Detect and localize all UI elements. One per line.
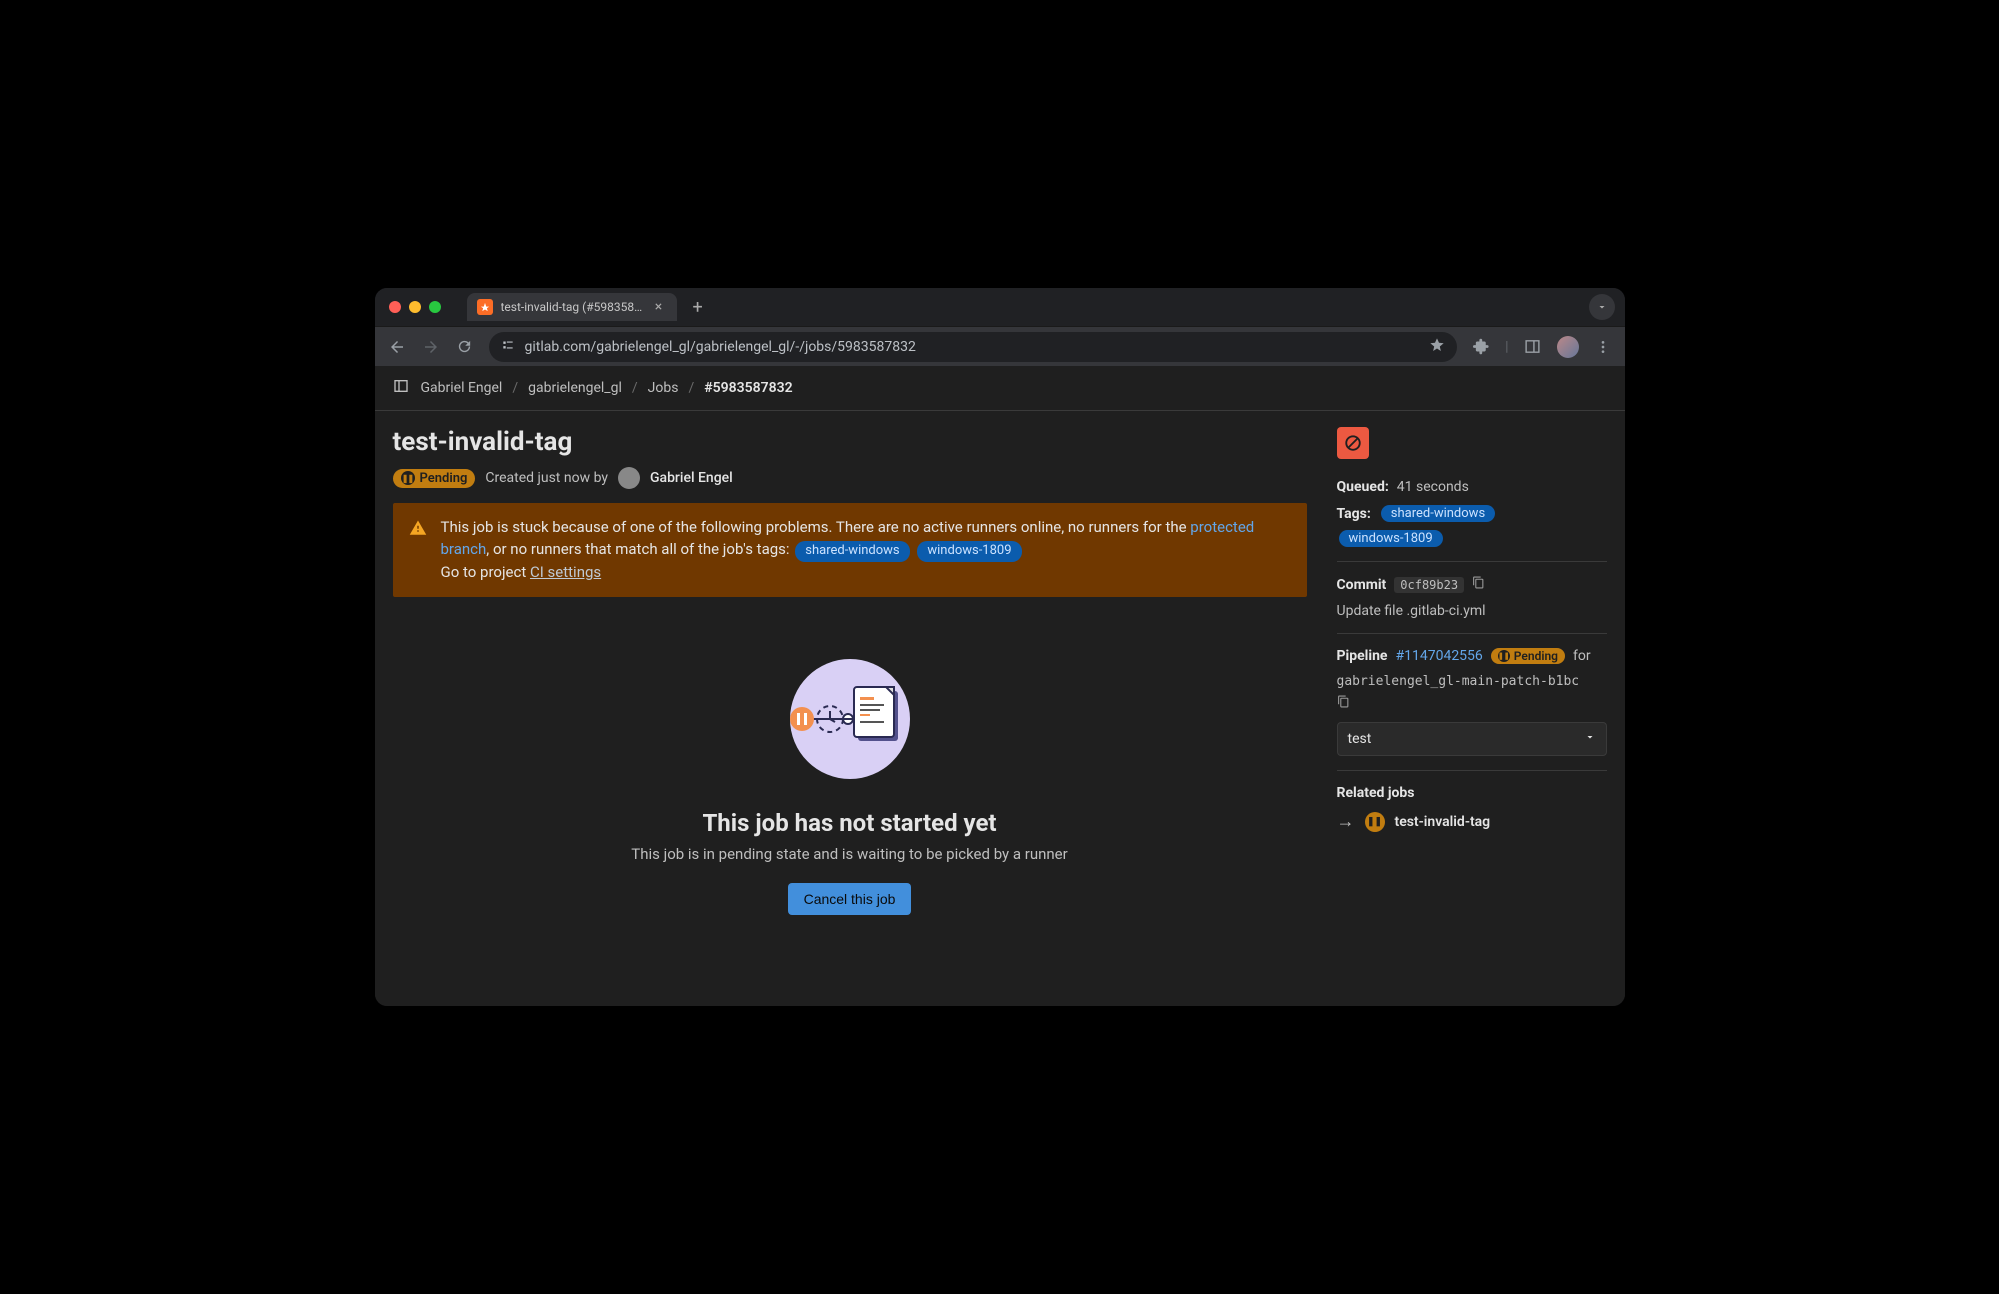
back-button[interactable] [387,337,407,357]
warning-icon [409,519,427,583]
address-bar[interactable]: gitlab.com/gabrielengel_gl/gabrielengel_… [489,332,1458,362]
new-tab-button[interactable]: + [693,297,703,318]
tab-bar: test-invalid-tag (#59835878… × + [375,288,1625,326]
queued-label: Queued: [1337,479,1389,495]
tab-title: test-invalid-tag (#59835878… [501,300,643,314]
author-avatar[interactable] [618,467,640,489]
page-content: Gabriel Engel / gabrielengel_gl / Jobs /… [375,366,1625,1006]
copy-sha-icon[interactable] [1472,576,1485,593]
site-settings-icon[interactable] [501,338,515,356]
pause-icon: ❚❚ [401,471,415,485]
tags-label: Tags: [1337,506,1371,522]
cancel-job-button[interactable]: Cancel this job [788,883,912,915]
tag-chip: windows-1809 [917,541,1021,562]
breadcrumb-user[interactable]: Gabriel Engel [421,380,503,396]
commit-label: Commit [1337,577,1387,593]
minimize-window-button[interactable] [409,301,421,313]
browser-window: test-invalid-tag (#59835878… × + gitlab.… [375,288,1625,1006]
gitlab-favicon-icon [477,299,493,315]
related-job-item[interactable]: → ❚❚ test-invalid-tag [1337,811,1607,832]
queued-value: 41 seconds [1397,479,1469,495]
pipeline-label: Pipeline [1337,648,1388,664]
related-jobs-label: Related jobs [1337,785,1607,801]
side-panel-icon[interactable] [1523,337,1543,357]
extensions-icon[interactable] [1471,337,1491,357]
empty-description: This job is in pending state and is wait… [393,845,1307,863]
url-text: gitlab.com/gabrielengel_gl/gabrielengel_… [525,339,916,355]
pipeline-link[interactable]: #1147042556 [1395,648,1482,664]
pause-icon: ❚❚ [1365,812,1385,832]
browser-menu-icon[interactable] [1593,337,1613,357]
cancel-job-icon-button[interactable] [1337,427,1369,459]
window-controls [385,301,449,313]
job-sidebar: Queued: 41 seconds Tags: shared-windows … [1337,427,1607,925]
status-badge: ❚❚ Pending [393,469,476,488]
tag-chip: shared-windows [1381,505,1495,522]
stage-select[interactable]: test [1337,722,1607,756]
breadcrumb-current: #5983587832 [704,380,792,396]
author-name[interactable]: Gabriel Engel [650,470,733,486]
job-pending-illustration-icon [780,649,920,789]
browser-tab[interactable]: test-invalid-tag (#59835878… × [467,293,677,321]
created-text: Created just now by [485,470,608,486]
commit-sha[interactable]: 0cf89b23 [1394,577,1464,593]
bookmark-icon[interactable] [1429,337,1445,357]
job-title: test-invalid-tag [393,427,1307,457]
chevron-down-icon [1584,731,1596,747]
reload-button[interactable] [455,337,475,357]
pipeline-status-badge: ❚❚ Pending [1491,648,1565,664]
breadcrumb: Gabriel Engel / gabrielengel_gl / Jobs /… [375,366,1625,411]
breadcrumb-section[interactable]: Jobs [648,380,679,396]
branch-name[interactable]: gabrielengel_gl-main-patch-b1bc [1337,674,1607,689]
close-tab-icon[interactable]: × [651,299,667,315]
arrow-right-icon: → [1337,811,1355,832]
empty-title: This job has not started yet [393,809,1307,837]
commit-message: Update file .gitlab-ci.yml [1337,603,1607,619]
forward-button[interactable] [421,337,441,357]
profile-avatar[interactable] [1557,336,1579,358]
maximize-window-button[interactable] [429,301,441,313]
tag-chip: windows-1809 [1339,530,1443,547]
close-window-button[interactable] [389,301,401,313]
url-bar: gitlab.com/gabrielengel_gl/gabrielengel_… [375,326,1625,366]
ci-settings-link[interactable]: CI settings [530,563,601,581]
copy-branch-icon[interactable] [1337,697,1350,712]
pause-icon: ❚❚ [1498,650,1510,662]
breadcrumb-project[interactable]: gabrielengel_gl [528,380,622,396]
tab-dropdown-button[interactable] [1589,294,1615,320]
empty-state: This job has not started yet This job is… [393,619,1307,925]
stuck-alert: This job is stuck because of one of the … [393,503,1307,597]
tag-chip: shared-windows [795,541,909,562]
sidebar-toggle-icon[interactable] [393,378,411,398]
job-meta: ❚❚ Pending Created just now by Gabriel E… [393,467,1307,489]
